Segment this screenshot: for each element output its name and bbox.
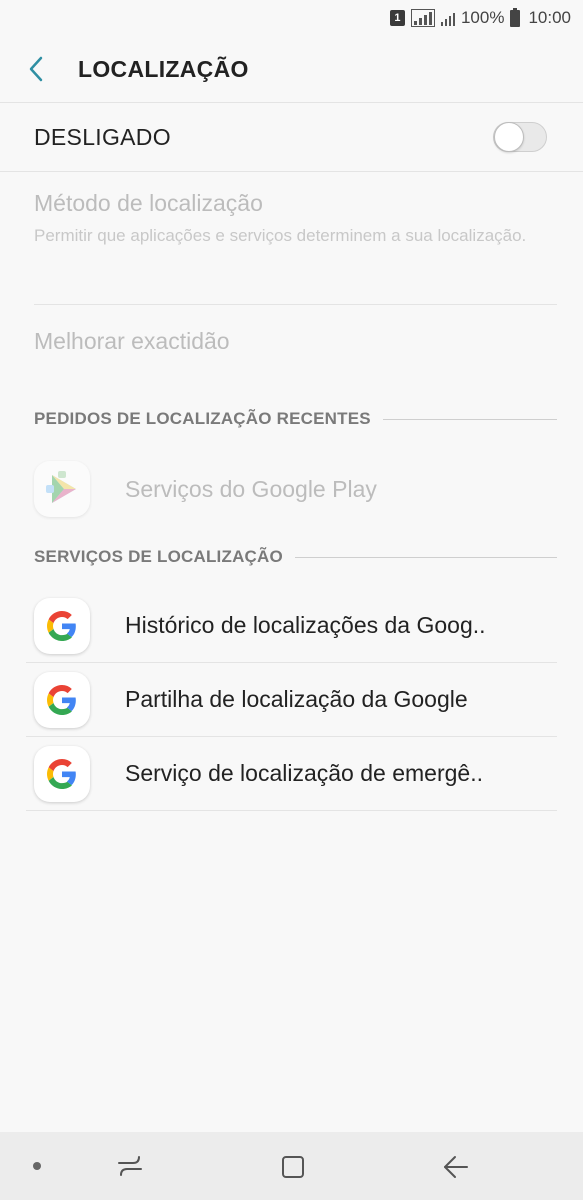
- list-item-label: Histórico de localizações da Goog..: [125, 612, 486, 638]
- list-item-label: Partilha de localização da Google: [125, 686, 468, 712]
- clock: 10:00: [528, 8, 571, 27]
- chevron-left-icon: [29, 56, 43, 82]
- recent-requests-header: PEDIDOS DE LOCALIZAÇÃO RECENTES: [34, 407, 557, 431]
- back-button[interactable]: [0, 36, 78, 102]
- battery-percent: 100%: [460, 8, 505, 27]
- location-method-description: Permitir que aplicações e serviços deter…: [34, 226, 527, 245]
- battery-icon: [510, 7, 521, 27]
- google-icon: [34, 597, 90, 654]
- home-icon[interactable]: [280, 1154, 306, 1180]
- location-method-title: Método de localização: [34, 190, 263, 216]
- section-divider: [294, 556, 557, 558]
- google-play-services-icon: [34, 461, 90, 517]
- list-item-emergency-location-service[interactable]: Serviço de localização de emergê..: [26, 737, 557, 811]
- sim-indicator: 1: [389, 10, 405, 26]
- location-toggle[interactable]: [493, 122, 547, 152]
- location-services-header: SERVIÇOS DE LOCALIZAÇÃO: [34, 545, 557, 569]
- list-item-label: Serviço de localização de emergê..: [125, 760, 483, 786]
- signal-secondary-icon: [440, 10, 455, 26]
- toggle-knob: [494, 122, 524, 152]
- back-arrow-icon[interactable]: [442, 1154, 470, 1180]
- improve-accuracy-item[interactable]: Melhorar exactidão: [34, 328, 230, 355]
- location-services-label: SERVIÇOS DE LOCALIZAÇÃO: [34, 547, 283, 566]
- location-method-row[interactable]: Método de localização Permitir que aplic…: [34, 190, 557, 305]
- location-master-switch-row[interactable]: DESLIGADO: [0, 102, 583, 172]
- dot-icon[interactable]: [32, 1161, 42, 1171]
- recent-requests-label: PEDIDOS DE LOCALIZAÇÃO RECENTES: [34, 409, 371, 428]
- navigation-bar: [0, 1132, 583, 1200]
- list-item-google-location-history[interactable]: Histórico de localizações da Goog..: [26, 589, 557, 663]
- google-icon: [34, 671, 90, 728]
- list-item-label: Serviços do Google Play: [125, 475, 377, 502]
- list-item-google-location-sharing[interactable]: Partilha de localização da Google: [26, 663, 557, 737]
- signal-icon: [410, 9, 435, 27]
- list-item-google-play-services[interactable]: Serviços do Google Play: [26, 452, 557, 526]
- recents-icon[interactable]: [116, 1154, 144, 1178]
- master-switch-label: DESLIGADO: [34, 123, 171, 150]
- app-bar: LOCALIZAÇÃO: [0, 36, 583, 102]
- section-divider: [382, 418, 557, 420]
- google-icon: [34, 745, 90, 802]
- status-bar: 1 100% 10:00: [0, 0, 583, 36]
- page-title: LOCALIZAÇÃO: [78, 55, 249, 82]
